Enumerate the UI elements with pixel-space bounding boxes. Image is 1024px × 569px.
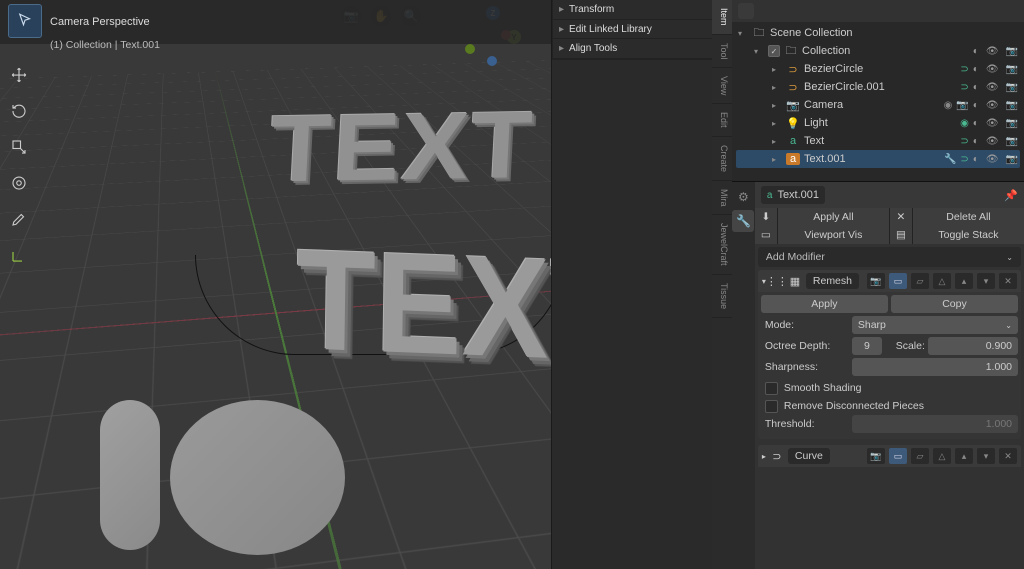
curve-icon: ⊃ <box>786 63 800 76</box>
toggle-stack-icon[interactable]: ▤ <box>890 226 912 244</box>
modifier-curve-header[interactable]: ▸ ⊃ Curve 📷 ▭ ▱ △ ▴ ▾ ✕ <box>758 445 1021 467</box>
gizmo-neg-z-icon[interactable] <box>487 56 497 66</box>
mod-show-viewport[interactable]: ▭ <box>889 448 907 464</box>
scale-tool[interactable] <box>4 132 34 162</box>
pin-icon[interactable]: 📌 <box>1004 189 1018 202</box>
apply-all-icon[interactable]: ⬇ <box>755 208 777 226</box>
mesh-blob-2[interactable] <box>170 400 345 555</box>
delete-all-icon[interactable]: ✕ <box>890 208 912 226</box>
outliner-item-beziercircle[interactable]: ▸⊃ BezierCircle⊃ ◐👁📷 <box>736 60 1020 78</box>
mod-show-render[interactable]: 📷 <box>867 273 885 289</box>
outliner-item-light[interactable]: ▸💡 Light◉ ◐👁📷 <box>736 114 1020 132</box>
outliner-collection[interactable]: ▾✓🗀 Collection ◐👁📷 <box>736 42 1020 60</box>
viewport-vis-button[interactable]: Viewport Vis <box>778 226 889 244</box>
octree-label: Octree Depth: <box>761 337 849 355</box>
text-object-flat[interactable]: TEXT <box>267 91 536 205</box>
mod-show-cage[interactable]: △ <box>933 273 951 289</box>
panel-align[interactable]: ▸Align Tools <box>553 39 713 59</box>
proptab-modifier[interactable]: 🔧 <box>732 210 754 232</box>
light-icon: 💡 <box>786 117 800 130</box>
text-icon: a <box>767 190 773 201</box>
panel-edit-linked[interactable]: ▸Edit Linked Library <box>553 20 713 40</box>
ntab-view[interactable]: View <box>712 68 732 104</box>
camera-icon: 📷 <box>786 99 800 112</box>
curve-icon: ⊃ <box>786 81 800 94</box>
select-tool-button[interactable] <box>8 4 42 38</box>
octree-field[interactable]: 9 <box>852 337 882 355</box>
mod-move-down[interactable]: ▾ <box>977 448 995 464</box>
viewport-vis-icon[interactable]: ▭ <box>755 226 777 244</box>
delete-all-button[interactable]: Delete All <box>913 208 1024 226</box>
mod-show-render[interactable]: 📷 <box>867 448 885 464</box>
restrict-viewport-icon[interactable]: 👁 <box>986 46 999 57</box>
move-tool[interactable] <box>4 60 34 90</box>
threshold-label: Threshold: <box>761 415 849 433</box>
mod-delete[interactable]: ✕ <box>999 448 1017 464</box>
mesh-blob-1[interactable] <box>100 400 160 550</box>
outliner-item-camera[interactable]: ▸📷 Camera◉📷 ◐👁📷 <box>736 96 1020 114</box>
rotate-tool[interactable] <box>4 96 34 126</box>
ntab-create[interactable]: Create <box>712 137 732 181</box>
ntab-tool[interactable]: Tool <box>712 35 732 69</box>
text-object-curved[interactable]: TEXT <box>295 216 552 394</box>
active-object-name: Text.001 <box>777 189 819 201</box>
ntab-edit[interactable]: Edit <box>712 104 732 137</box>
annotate-tool[interactable] <box>4 204 34 234</box>
mod-show-viewport[interactable]: ▭ <box>889 273 907 289</box>
text-icon: a <box>786 153 800 165</box>
viewport-3d[interactable]: TEXT TEXT Camera Perspective (1) Collect… <box>0 0 552 569</box>
outliner-item-text001[interactable]: ▸a Text.001🔧⊃ ◐👁📷 <box>736 150 1020 168</box>
scale-field[interactable]: 0.900 <box>928 337 1018 355</box>
mode-dropdown[interactable]: Sharp⌄ <box>852 316 1018 334</box>
view-title: Camera Perspective <box>50 16 150 28</box>
sharpness-label: Sharpness: <box>761 358 849 376</box>
mod-show-cage[interactable]: △ <box>933 448 951 464</box>
outliner-display-mode[interactable] <box>738 3 754 19</box>
ntab-jewelcraft[interactable]: JewelCraft <box>712 215 732 275</box>
scale-label: Scale: <box>885 337 925 355</box>
smooth-shading-checkbox[interactable]: Smooth Shading <box>761 379 1018 397</box>
modifier-remesh-header[interactable]: ▾ ⋮⋮ ▦ Remesh 📷 ▭ ▱ △ ▴ ▾ ✕ <box>758 270 1021 292</box>
view-subtitle: (1) Collection | Text.001 <box>50 39 160 51</box>
outliner-scene-collection[interactable]: ▾🗀 Scene Collection <box>736 24 1020 42</box>
restrict-select-icon[interactable]: ◐ <box>973 46 979 57</box>
mod-move-down[interactable]: ▾ <box>977 273 995 289</box>
text-icon: a <box>786 135 800 147</box>
outliner-item-beziercircle001[interactable]: ▸⊃ BezierCircle.001⊃ ◐👁📷 <box>736 78 1020 96</box>
drag-icon[interactable]: ⋮⋮ <box>770 274 784 288</box>
toggle-stack-button[interactable]: Toggle Stack <box>913 226 1024 244</box>
apply-all-button[interactable]: Apply All <box>778 208 889 226</box>
curve-mod-icon: ⊃ <box>770 449 784 463</box>
panel-transform[interactable]: ▸Transform <box>553 0 713 20</box>
transform-tool[interactable] <box>4 168 34 198</box>
outliner[interactable]: ▾🗀 Scene Collection ▾✓🗀 Collection ◐👁📷 ▸… <box>732 0 1024 182</box>
modifier-name-field[interactable]: Remesh <box>806 273 859 289</box>
modifier-apply-button[interactable]: Apply <box>761 295 888 313</box>
outliner-item-text[interactable]: ▸a Text⊃ ◐👁📷 <box>736 132 1020 150</box>
mod-move-up[interactable]: ▴ <box>955 273 973 289</box>
threshold-field: 1.000 <box>852 415 1018 433</box>
proptab-render[interactable]: ⚙ <box>732 186 754 208</box>
ntab-mira[interactable]: Mira <box>712 181 732 216</box>
ntab-tissue[interactable]: Tissue <box>712 275 732 318</box>
remesh-icon: ▦ <box>788 274 802 288</box>
remove-disconnected-checkbox[interactable]: Remove Disconnected Pieces <box>761 397 1018 415</box>
mod-show-edit[interactable]: ▱ <box>911 448 929 464</box>
ntab-item[interactable]: Item <box>712 0 732 35</box>
sharpness-field[interactable]: 1.000 <box>852 358 1018 376</box>
mode-label: Mode: <box>761 316 849 334</box>
modifier-copy-button[interactable]: Copy <box>891 295 1018 313</box>
restrict-render-icon[interactable]: 📷 <box>1006 46 1018 57</box>
measure-tool[interactable] <box>4 240 34 270</box>
gizmo-neg-y-icon[interactable] <box>465 44 475 54</box>
mod-delete[interactable]: ✕ <box>999 273 1017 289</box>
modifier-name-field[interactable]: Curve <box>788 448 830 464</box>
add-modifier-dropdown[interactable]: Add Modifier⌄ <box>758 247 1021 267</box>
mod-show-edit[interactable]: ▱ <box>911 273 929 289</box>
mod-move-up[interactable]: ▴ <box>955 448 973 464</box>
